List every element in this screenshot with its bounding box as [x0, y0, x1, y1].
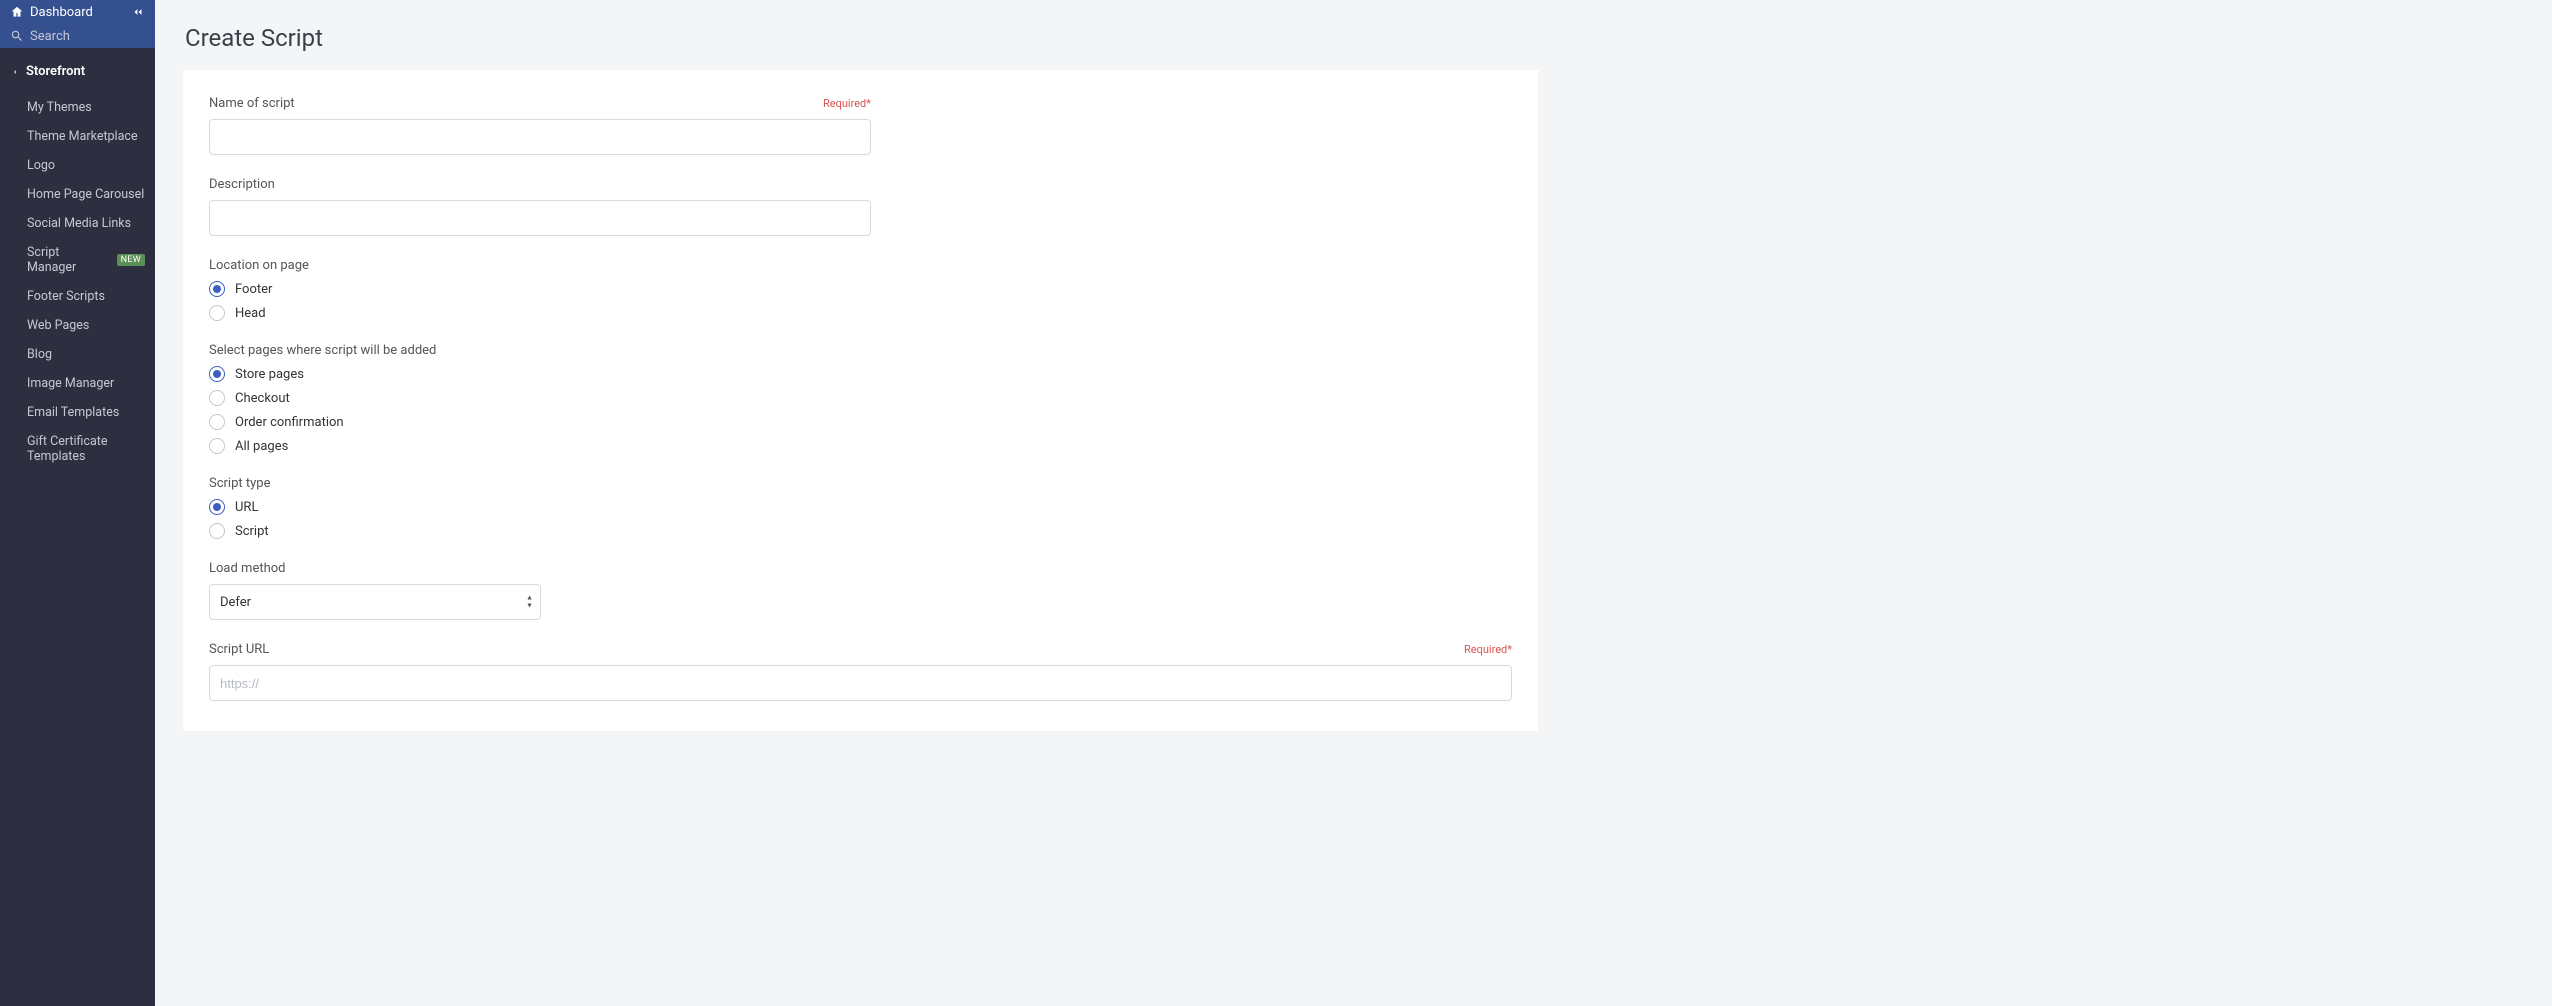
sidebar-item-home-page-carousel[interactable]: Home Page Carousel: [0, 180, 155, 209]
load-method-value: Defer: [220, 595, 251, 610]
pages-label: Select pages where script will be added: [209, 343, 436, 358]
sidebar: Dashboard Search Storefront My Themes Th…: [0, 0, 155, 1006]
field-script-type: Script type URL Script: [209, 476, 1512, 539]
field-location: Location on page Footer Head: [209, 258, 1512, 321]
load-method-select[interactable]: Defer: [209, 584, 541, 620]
script-url-input[interactable]: [209, 665, 1512, 701]
pages-option-all[interactable]: All pages: [209, 438, 1512, 454]
pages-option-store[interactable]: Store pages: [209, 366, 1512, 382]
field-script-url: Script URL Required*: [209, 642, 1512, 701]
page-title: Create Script: [185, 24, 2524, 52]
radio-label: Checkout: [235, 391, 290, 406]
pages-option-checkout[interactable]: Checkout: [209, 390, 1512, 406]
load-method-label: Load method: [209, 561, 286, 576]
required-indicator: Required*: [1464, 643, 1512, 656]
script-url-label: Script URL: [209, 642, 269, 657]
radio-label: Order confirmation: [235, 415, 344, 430]
location-option-footer[interactable]: Footer: [209, 281, 1512, 297]
name-input[interactable]: [209, 119, 871, 155]
home-icon: [10, 5, 24, 19]
pages-option-order-confirmation[interactable]: Order confirmation: [209, 414, 1512, 430]
field-name: Name of script Required*: [209, 96, 871, 155]
sidebar-dashboard-label: Dashboard: [30, 5, 93, 20]
radio-label: Footer: [235, 282, 272, 297]
sidebar-item-social-media-links[interactable]: Social Media Links: [0, 209, 155, 238]
radio-label: Head: [235, 306, 266, 321]
sidebar-item-blog[interactable]: Blog: [0, 340, 155, 369]
radio-label: Store pages: [235, 367, 304, 382]
radio-label: URL: [235, 500, 258, 515]
radio-icon: [209, 305, 225, 321]
sidebar-item-theme-marketplace[interactable]: Theme Marketplace: [0, 122, 155, 151]
radio-label: All pages: [235, 439, 288, 454]
sidebar-item-footer-scripts[interactable]: Footer Scripts: [0, 282, 155, 311]
sidebar-item-email-templates[interactable]: Email Templates: [0, 398, 155, 427]
new-badge: NEW: [117, 254, 145, 266]
location-label: Location on page: [209, 258, 309, 273]
sidebar-nav: My Themes Theme Marketplace Logo Home Pa…: [0, 89, 155, 475]
collapse-sidebar-icon[interactable]: [131, 5, 145, 19]
sidebar-section-title: Storefront: [26, 64, 85, 79]
location-option-head[interactable]: Head: [209, 305, 1512, 321]
radio-icon: [209, 366, 225, 382]
sidebar-search[interactable]: Search: [0, 24, 155, 48]
sidebar-item-image-manager[interactable]: Image Manager: [0, 369, 155, 398]
form-card: Name of script Required* Description Loc…: [183, 70, 1538, 731]
name-label: Name of script: [209, 96, 295, 111]
search-icon: [10, 29, 24, 43]
radio-icon: [209, 523, 225, 539]
radio-icon: [209, 390, 225, 406]
chevron-left-icon: [10, 67, 20, 77]
radio-icon: [209, 438, 225, 454]
script-type-option-url[interactable]: URL: [209, 499, 1512, 515]
sidebar-item-logo[interactable]: Logo: [0, 151, 155, 180]
field-pages: Select pages where script will be added …: [209, 343, 1512, 454]
radio-label: Script: [235, 524, 269, 539]
radio-icon: [209, 414, 225, 430]
radio-icon: [209, 281, 225, 297]
sidebar-item-web-pages[interactable]: Web Pages: [0, 311, 155, 340]
sidebar-item-script-manager[interactable]: Script Manager NEW: [0, 238, 155, 282]
sidebar-search-label: Search: [30, 29, 70, 44]
field-load-method: Load method Defer ▲▼: [209, 561, 1512, 620]
sidebar-item-my-themes[interactable]: My Themes: [0, 93, 155, 122]
sidebar-dashboard-link[interactable]: Dashboard: [0, 0, 155, 24]
script-type-label: Script type: [209, 476, 270, 491]
description-input[interactable]: [209, 200, 871, 236]
script-type-option-script[interactable]: Script: [209, 523, 1512, 539]
required-indicator: Required*: [823, 97, 871, 110]
sidebar-item-gift-certificate-templates[interactable]: Gift Certificate Templates: [0, 427, 155, 471]
sidebar-section-header[interactable]: Storefront: [0, 48, 155, 89]
main-content: Create Script Name of script Required* D…: [155, 0, 2552, 1006]
description-label: Description: [209, 177, 275, 192]
field-description: Description: [209, 177, 871, 236]
radio-icon: [209, 499, 225, 515]
